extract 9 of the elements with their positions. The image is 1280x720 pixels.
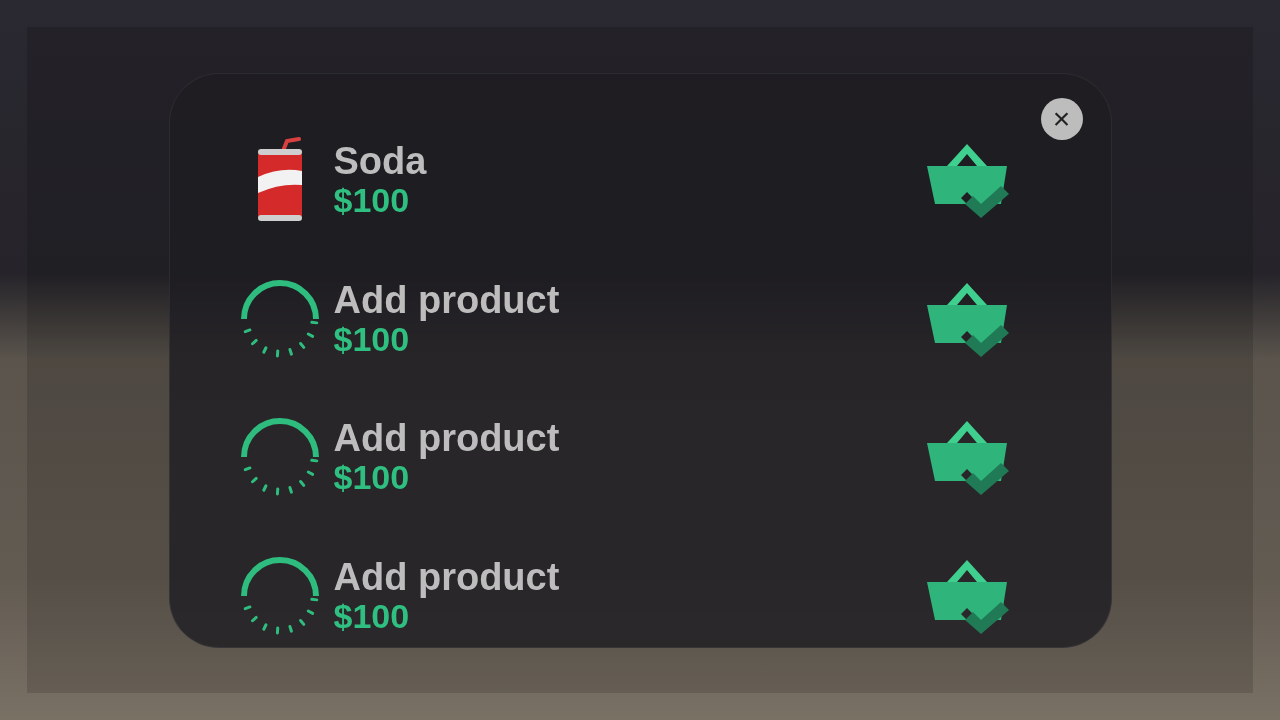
product-price: $100 [333,458,411,497]
product-name: Add product [333,557,561,598]
product-price: $100 [333,180,411,219]
close-button[interactable]: × [1040,97,1083,140]
product-name: Add product [333,279,561,320]
product-price: $100 [333,319,411,358]
product-name: Soda [333,140,428,181]
product-price: $100 [333,597,411,636]
product-name: Add product [333,418,561,459]
